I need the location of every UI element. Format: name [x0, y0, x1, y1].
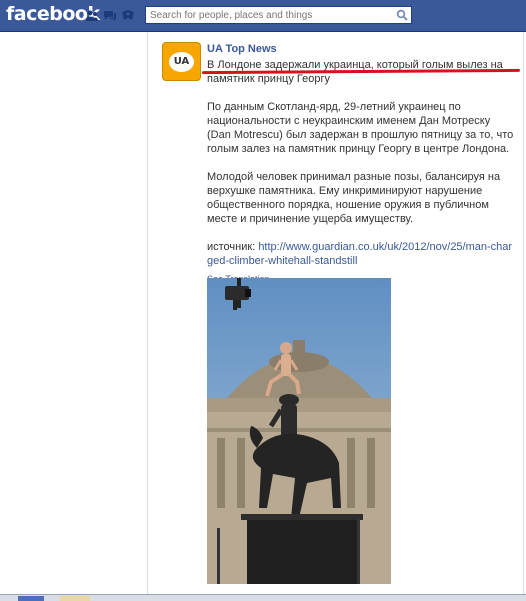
page-avatar[interactable]: UA — [162, 42, 201, 81]
friend-requests-icon[interactable] — [85, 9, 99, 22]
post-paragraph-2: Молодой человек принимал разные позы, ба… — [207, 171, 501, 225]
avatar-logo-text: UA — [169, 51, 194, 72]
page-name-link[interactable]: UA Top News — [207, 42, 517, 56]
messages-icon[interactable] — [103, 9, 117, 22]
taskbar-item[interactable] — [60, 596, 90, 601]
top-bar: facebook — [0, 0, 526, 32]
search-box[interactable] — [145, 6, 412, 24]
post-photo[interactable] — [207, 278, 391, 584]
jewel-group — [85, 9, 135, 22]
source-label: источник: — [207, 241, 259, 253]
search-input[interactable] — [146, 7, 394, 23]
search-icon[interactable] — [396, 9, 408, 21]
post-headline: В Лондоне задержали украинца, который го… — [201, 58, 521, 86]
news-feed-column: UA UA Top News В Лондоне задержали украи… — [147, 32, 524, 598]
notifications-icon[interactable] — [121, 9, 135, 22]
post-content: UA Top News В Лондоне задержали украинца… — [201, 42, 521, 284]
statue-photo-image — [207, 278, 391, 584]
post-source: источник: http://www.guardian.co.uk/uk/2… — [207, 240, 517, 268]
taskbar-item[interactable] — [18, 596, 44, 601]
post-paragraph-1: По данным Скотланд-ярд, 29-летний украин… — [207, 101, 514, 155]
